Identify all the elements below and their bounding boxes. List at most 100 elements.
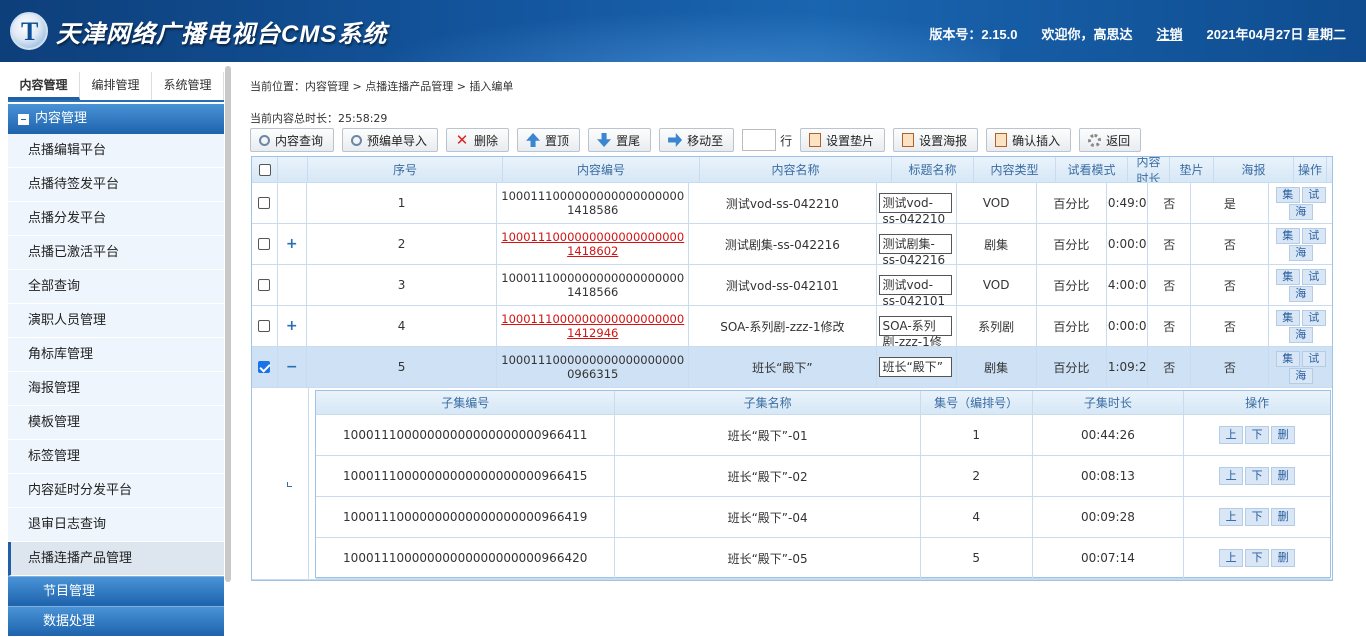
sidebar-item[interactable]: 演职人员管理: [8, 304, 224, 338]
sidebar-item[interactable]: 标签管理: [8, 440, 224, 474]
move-top-button[interactable]: 置顶: [517, 128, 581, 152]
tab-0[interactable]: 内容管理: [8, 72, 80, 100]
action-button-1[interactable]: 试: [1301, 268, 1326, 285]
episode-action-1[interactable]: 下: [1245, 549, 1270, 567]
row-checkbox[interactable]: [258, 279, 271, 291]
expand-toggle-icon[interactable]: +: [286, 236, 298, 252]
back-label: 返回: [1106, 133, 1131, 148]
action-button-2[interactable]: 海: [1288, 367, 1313, 384]
action-button-1[interactable]: 试: [1301, 350, 1326, 367]
episode-action-0[interactable]: 上: [1219, 426, 1244, 444]
sidebar-item[interactable]: 点播编辑平台: [8, 134, 224, 168]
episode-action-1[interactable]: 下: [1245, 426, 1270, 444]
set-poster-button[interactable]: 设置海报: [893, 128, 979, 152]
title-input[interactable]: 班长“殿下”: [878, 357, 952, 377]
back-button[interactable]: 返回: [1079, 128, 1142, 152]
move-to-row-input[interactable]: [742, 129, 777, 151]
title-input[interactable]: 测试剧集-ss-042216: [878, 234, 952, 264]
action-button-0[interactable]: 集: [1275, 268, 1300, 285]
episode-action-0[interactable]: 上: [1219, 549, 1244, 567]
expand-cell: [278, 265, 308, 305]
welcome-label: 欢迎你，高思达: [1041, 27, 1133, 42]
sub-ops-cell: 上下删: [1184, 497, 1330, 537]
set-pad-button[interactable]: 设置垫片: [800, 128, 886, 152]
sidebar-group-content-management[interactable]: 内容管理: [8, 104, 224, 134]
title-input[interactable]: SOA-系列剧-zzz-1修改: [878, 316, 952, 346]
action-button-0[interactable]: 集: [1275, 350, 1300, 367]
content-type: 系列剧: [957, 306, 1037, 346]
title-input[interactable]: 测试vod-ss-042210: [878, 193, 952, 223]
sidebar-item[interactable]: 内容延时分发平台: [8, 474, 224, 508]
action-button-1[interactable]: 试: [1301, 309, 1326, 326]
row-checkbox[interactable]: [258, 320, 271, 332]
move-to-button[interactable]: 移动至: [659, 128, 735, 152]
search-icon: [351, 134, 363, 146]
action-button-1[interactable]: 试: [1301, 227, 1326, 244]
sidebar-subgroup[interactable]: 节目管理: [8, 576, 224, 606]
row-checkbox[interactable]: [258, 238, 271, 250]
delete-button[interactable]: ✕ 删除: [446, 128, 510, 152]
expand-toggle-icon[interactable]: +: [286, 318, 298, 334]
sidebar-tabs: 内容管理 编排管理 系统管理: [8, 72, 224, 102]
tab-1[interactable]: 编排管理: [80, 72, 152, 100]
checkbox-cell: [252, 224, 278, 264]
episode-action-0[interactable]: 上: [1219, 467, 1244, 485]
sidebar-subgroup[interactable]: 数据处理: [8, 606, 224, 636]
poster-flag: 否: [1191, 265, 1270, 305]
app-title: 天津网络广播电视台CMS系统: [56, 21, 388, 48]
sidebar-item[interactable]: 点播已激活平台: [8, 236, 224, 270]
content-query-label: 内容查询: [275, 133, 324, 148]
preview-mode: 百分比: [1037, 347, 1108, 387]
sidebar-item[interactable]: 全部查询: [8, 270, 224, 304]
sub-column-header: 子集编号: [316, 391, 616, 414]
move-bottom-button[interactable]: 置尾: [588, 128, 652, 152]
preview-mode: 百分比: [1037, 224, 1108, 264]
ops-cell: 集试海: [1269, 306, 1332, 346]
episode-subtable: 子集编号 子集名称 集号（编排号） 子集时长 操作 1000111000000000000…: [315, 390, 1331, 579]
episode-action-0[interactable]: 上: [1219, 508, 1244, 526]
content-code-link[interactable]: 10001110000000000000000001412946: [501, 312, 684, 340]
row-checkbox[interactable]: [258, 361, 271, 373]
collapse-corner-icon: [287, 482, 292, 487]
confirm-insert-button[interactable]: 确认插入: [986, 128, 1072, 152]
tab-2[interactable]: 系统管理: [152, 72, 224, 100]
expand-toggle-icon[interactable]: −: [286, 359, 298, 375]
column-header: 海报: [1214, 157, 1294, 182]
sidebar-item[interactable]: 角标库管理: [8, 338, 224, 372]
action-button-0[interactable]: 集: [1275, 186, 1300, 203]
episode-action-1[interactable]: 下: [1245, 467, 1270, 485]
action-button-0[interactable]: 集: [1275, 227, 1300, 244]
sidebar-item[interactable]: 模板管理: [8, 406, 224, 440]
content-code-link[interactable]: 10001110000000000000000001418602: [501, 230, 684, 258]
action-button-2[interactable]: 海: [1288, 285, 1313, 302]
row-checkbox[interactable]: [258, 197, 271, 209]
pre-schedule-import-button[interactable]: 预编单导入: [342, 128, 439, 152]
subtable-header: 子集编号 子集名称 集号（编排号） 子集时长 操作: [316, 391, 1330, 415]
episode-number: 2: [921, 456, 1033, 496]
episode-action-2[interactable]: 删: [1271, 549, 1296, 567]
sidebar-item[interactable]: 退审日志查询: [8, 508, 224, 542]
episode-action-2[interactable]: 删: [1271, 426, 1296, 444]
sidebar-item[interactable]: 点播分发平台: [8, 202, 224, 236]
content-query-button[interactable]: 内容查询: [250, 128, 335, 152]
action-button-0[interactable]: 集: [1275, 309, 1300, 326]
episode-action-2[interactable]: 删: [1271, 467, 1296, 485]
logout-link[interactable]: 注销: [1157, 24, 1183, 43]
content-code-cell: 10001110000000000000000001418602: [497, 224, 690, 264]
sidebar-scrollbar[interactable]: [225, 66, 231, 582]
episode-action-1[interactable]: 下: [1245, 508, 1270, 526]
sub-column-header: 操作: [1245, 396, 1270, 410]
content-code: 10001110000000000000000001418566: [501, 271, 685, 299]
action-button-2[interactable]: 海: [1288, 244, 1313, 261]
delete-icon: ✕: [455, 131, 469, 149]
select-all-checkbox[interactable]: [258, 163, 271, 176]
sidebar-item[interactable]: 海报管理: [8, 372, 224, 406]
action-button-2[interactable]: 海: [1288, 326, 1313, 343]
sidebar-item[interactable]: 点播待签发平台: [8, 168, 224, 202]
content-duration: 00:49:08: [1107, 183, 1149, 223]
episode-action-2[interactable]: 删: [1271, 508, 1296, 526]
action-button-2[interactable]: 海: [1288, 203, 1313, 220]
sidebar-item[interactable]: 点播连播产品管理: [8, 542, 224, 576]
title-input[interactable]: 测试vod-ss-042101: [878, 275, 952, 305]
action-button-1[interactable]: 试: [1301, 186, 1326, 203]
